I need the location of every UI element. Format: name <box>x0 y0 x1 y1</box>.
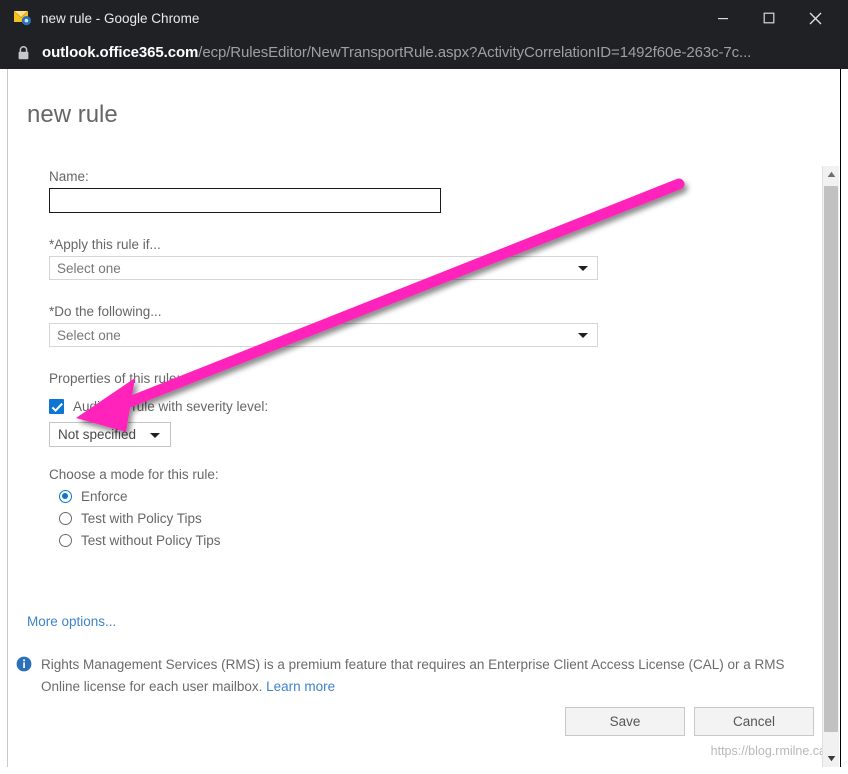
scroll-up-icon <box>827 171 835 177</box>
do-following-dropdown[interactable]: Select one <box>49 323 598 347</box>
learn-more-link[interactable]: Learn more <box>266 679 335 694</box>
do-following-label: *Do the following... <box>49 304 162 319</box>
rms-info-notice: Rights Management Services (RMS) is a pr… <box>16 654 816 698</box>
mode-label: Choose a mode for this rule: <box>49 467 219 482</box>
severity-dropdown[interactable]: Not specified <box>49 422 171 447</box>
apply-if-selected: Select one <box>57 260 121 276</box>
rms-info-body: Rights Management Services (RMS) is a pr… <box>41 657 785 694</box>
checkmark-icon <box>51 402 63 413</box>
maximize-button[interactable] <box>746 0 792 36</box>
maximize-icon <box>763 12 775 24</box>
chevron-down-icon <box>578 266 588 271</box>
url-host: outlook.office365.com <box>42 44 199 61</box>
radio-test-without-policy-tips-button[interactable] <box>59 534 72 547</box>
audit-checkbox[interactable] <box>49 399 64 414</box>
radio-test-without-policy-tips[interactable]: Test without Policy Tips <box>59 533 749 548</box>
properties-label: Properties of this rule: <box>49 371 181 386</box>
title-bar-left: new rule - Google Chrome <box>0 10 700 26</box>
scrollbar-thumb[interactable] <box>824 186 838 732</box>
page-title: new rule <box>27 101 118 128</box>
vertical-scrollbar[interactable] <box>822 166 839 767</box>
radio-test-with-policy-tips[interactable]: Test with Policy Tips <box>59 511 749 526</box>
chevron-down-icon <box>150 432 160 438</box>
more-options-link[interactable]: More options... <box>27 614 116 629</box>
minimize-button[interactable] <box>700 0 746 36</box>
mail-rule-icon <box>13 10 32 26</box>
radio-enforce-button[interactable] <box>59 490 72 503</box>
new-rule-form: Name: *Apply this rule if... Select one … <box>49 169 749 548</box>
url-path: /ecp/RulesEditor/NewTransportRule.aspx?A… <box>198 44 752 61</box>
cancel-button[interactable]: Cancel <box>694 707 814 736</box>
browser-window: new rule - Google Chrome outlook.office3… <box>0 0 848 774</box>
radio-enforce-label: Enforce <box>81 489 128 504</box>
scroll-down-icon <box>827 756 835 762</box>
radio-test-with-policy-tips-button[interactable] <box>59 512 72 525</box>
name-label: Name: <box>49 169 89 184</box>
lock-icon <box>18 45 29 59</box>
chevron-down-icon <box>578 333 588 338</box>
close-button[interactable] <box>792 0 838 36</box>
audit-checkbox-row[interactable]: Audit this rule with severity level: <box>49 399 749 414</box>
page-viewport: new rule Name: *Apply this rule if... Se… <box>7 69 841 767</box>
rms-info-text: Rights Management Services (RMS) is a pr… <box>41 654 816 698</box>
radio-test-without-policy-tips-label: Test without Policy Tips <box>81 533 221 548</box>
audit-checkbox-label: Audit this rule with severity level: <box>73 399 269 414</box>
watermark: https://blog.rmilne.ca <box>710 744 826 758</box>
do-following-selected: Select one <box>57 327 121 343</box>
radio-enforce[interactable]: Enforce <box>59 489 749 504</box>
form-actions: Save Cancel <box>565 707 814 736</box>
apply-if-label: *Apply this rule if... <box>49 237 161 252</box>
save-button[interactable]: Save <box>565 707 685 736</box>
name-input[interactable] <box>49 188 441 213</box>
url-text: outlook.office365.com/ecp/RulesEditor/Ne… <box>42 44 751 61</box>
window-title: new rule - Google Chrome <box>41 10 200 26</box>
scroll-down-button[interactable] <box>823 750 839 767</box>
address-bar[interactable]: outlook.office365.com/ecp/RulesEditor/Ne… <box>0 36 848 69</box>
title-bar: new rule - Google Chrome <box>0 0 848 36</box>
close-icon <box>809 12 821 24</box>
severity-selected: Not specified <box>58 427 137 442</box>
info-icon <box>16 656 32 672</box>
radio-test-with-policy-tips-label: Test with Policy Tips <box>81 511 202 526</box>
minimize-icon <box>718 18 728 20</box>
apply-if-dropdown[interactable]: Select one <box>49 256 598 280</box>
scroll-up-button[interactable] <box>823 166 839 183</box>
